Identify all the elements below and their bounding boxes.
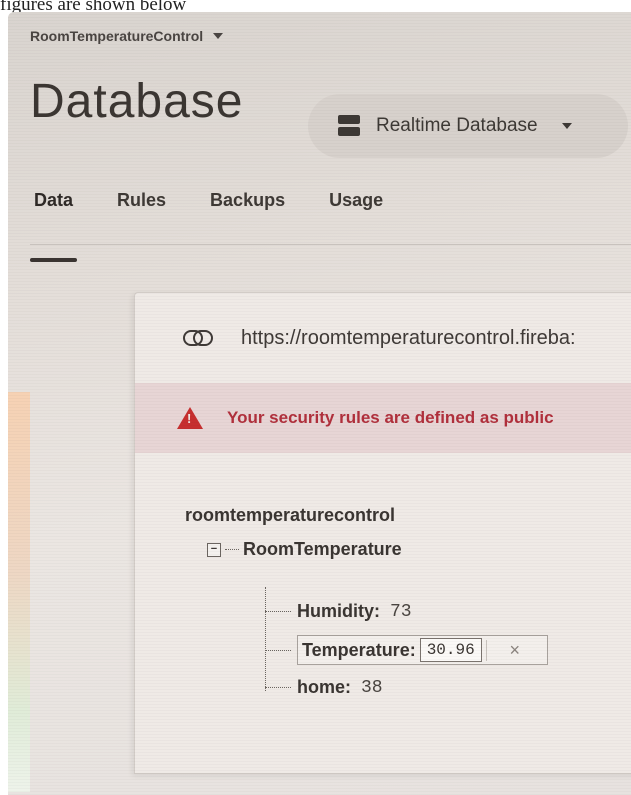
tree-root[interactable]: roomtemperaturecontrol [185, 505, 395, 526]
child-value[interactable]: 73 [390, 602, 412, 622]
tab-usage[interactable]: Usage [329, 182, 383, 244]
temperature-edit-group: Temperature: 30.96 × [297, 635, 548, 665]
child-value[interactable]: 38 [361, 678, 383, 698]
tree-child-temperature[interactable]: Temperature: 30.96 × [265, 635, 548, 665]
tree-connector [225, 549, 239, 550]
data-card: https://roomtemperaturecontrol.fireba: Y… [134, 292, 631, 774]
page-title: Database [30, 75, 244, 128]
monitor-screen: RoomTemperatureControl Database Realtime… [8, 12, 631, 795]
tab-rules[interactable]: Rules [117, 182, 166, 244]
screen-glare [8, 392, 30, 792]
temperature-value-input[interactable]: 30.96 [419, 638, 482, 662]
security-warning-text: Your security rules are defined as publi… [227, 408, 554, 427]
tree-connector [265, 649, 291, 651]
link-icon[interactable] [183, 330, 213, 346]
data-tree: roomtemperaturecontrol − RoomTemperature… [185, 505, 548, 698]
tree-connector [265, 611, 291, 612]
database-url[interactable]: https://roomtemperaturecontrol.fireba: [241, 327, 576, 350]
project-selector[interactable]: RoomTemperatureControl [30, 28, 224, 44]
database-type-dropdown[interactable]: Realtime Database [308, 94, 628, 158]
database-type-label: Realtime Database [376, 115, 538, 136]
warning-icon [177, 407, 203, 429]
collapse-icon[interactable]: − [207, 542, 221, 557]
tab-bar: Data Rules Backups Usage [29, 182, 631, 262]
tab-backups[interactable]: Backups [210, 182, 285, 244]
chevron-down-icon [213, 33, 224, 39]
tree-node-roomtemperature[interactable]: − RoomTemperature [207, 539, 402, 560]
security-warning-banner: Your security rules are defined as publi… [135, 383, 631, 453]
tree-child-humidity[interactable]: Humidity: 73 [265, 601, 412, 622]
clear-edit-button[interactable]: × [485, 639, 543, 661]
node-label[interactable]: RoomTemperature [243, 539, 402, 560]
tree-child-home[interactable]: home: 38 [265, 677, 383, 698]
tree-connector [265, 687, 291, 688]
child-key: home: [297, 677, 351, 697]
child-key: Temperature: [302, 639, 416, 660]
database-icon [338, 115, 360, 137]
child-key: Humidity: [297, 601, 380, 621]
tab-data[interactable]: Data [29, 182, 78, 262]
chevron-down-icon [561, 123, 572, 129]
database-url-row: https://roomtemperaturecontrol.fireba: [135, 293, 631, 383]
project-name: RoomTemperatureControl [30, 28, 204, 44]
